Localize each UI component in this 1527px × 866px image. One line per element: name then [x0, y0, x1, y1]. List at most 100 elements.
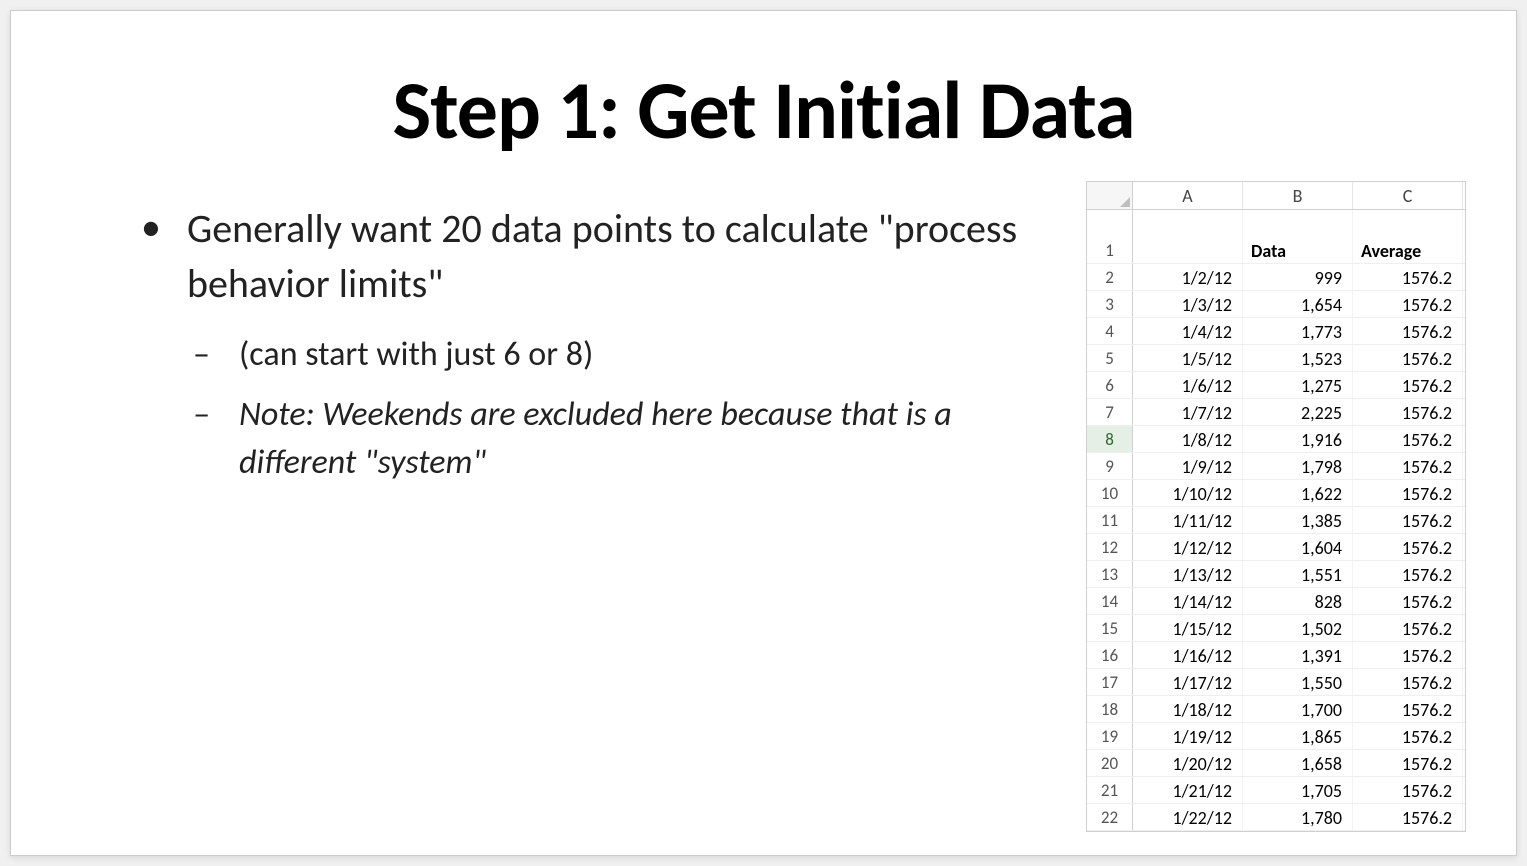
row-number: 21: [1087, 777, 1133, 803]
cell-date: 1/9/12: [1133, 453, 1243, 479]
cell-average: 1576.2: [1353, 588, 1463, 614]
cell-date: 1/13/12: [1133, 561, 1243, 587]
table-row: 1 Data Average: [1087, 210, 1465, 264]
cell-date: 1/3/12: [1133, 291, 1243, 317]
row-number: 13: [1087, 561, 1133, 587]
slide-title: Step 1: Get Initial Data: [61, 61, 1466, 161]
cell-data: 1,654: [1243, 291, 1353, 317]
table-row: 191/19/121,8651576.2: [1087, 723, 1465, 750]
table-row: 131/13/121,5511576.2: [1087, 561, 1465, 588]
cell-data: 828: [1243, 588, 1353, 614]
cell-C1: Average: [1353, 210, 1463, 263]
cell-average: 1576.2: [1353, 291, 1463, 317]
cell-data: 1,523: [1243, 345, 1353, 371]
cell-date: 1/21/12: [1133, 777, 1243, 803]
cell-date: 1/7/12: [1133, 399, 1243, 425]
table-row: 101/10/121,6221576.2: [1087, 480, 1465, 507]
cell-data: 1,622: [1243, 480, 1353, 506]
table-row: 91/9/121,7981576.2: [1087, 453, 1465, 480]
cell-average: 1576.2: [1353, 426, 1463, 452]
cell-data: 1,502: [1243, 615, 1353, 641]
cell-date: 1/22/12: [1133, 804, 1243, 830]
cell-average: 1576.2: [1353, 750, 1463, 776]
cell-B1: Data: [1243, 210, 1353, 263]
cell-data: 1,604: [1243, 534, 1353, 560]
cell-date: 1/10/12: [1133, 480, 1243, 506]
row-number: 19: [1087, 723, 1133, 749]
table-row: 41/4/121,7731576.2: [1087, 318, 1465, 345]
select-all-corner: [1087, 182, 1133, 209]
row-number: 11: [1087, 507, 1133, 533]
table-row: 151/15/121,5021576.2: [1087, 615, 1465, 642]
cell-date: 1/19/12: [1133, 723, 1243, 749]
row-number: 22: [1087, 804, 1133, 830]
table-row: 201/20/121,6581576.2: [1087, 750, 1465, 777]
row-number: 18: [1087, 696, 1133, 722]
cell-date: 1/16/12: [1133, 642, 1243, 668]
cell-average: 1576.2: [1353, 804, 1463, 830]
cell-data: 1,865: [1243, 723, 1353, 749]
cell-date: 1/2/12: [1133, 264, 1243, 290]
cell-date: 1/17/12: [1133, 669, 1243, 695]
cell-average: 1576.2: [1353, 345, 1463, 371]
table-row: 81/8/121,9161576.2: [1087, 426, 1465, 453]
row-number: 4: [1087, 318, 1133, 344]
row-number: 15: [1087, 615, 1133, 641]
cell-date: 1/5/12: [1133, 345, 1243, 371]
table-row: 221/22/121,7801576.2: [1087, 804, 1465, 831]
cell-average: 1576.2: [1353, 561, 1463, 587]
column-header-C: C: [1353, 182, 1463, 209]
table-row: 171/17/121,5501576.2: [1087, 669, 1465, 696]
row-number: 12: [1087, 534, 1133, 560]
cell-average: 1576.2: [1353, 480, 1463, 506]
cell-data: 1,773: [1243, 318, 1353, 344]
row-number: 5: [1087, 345, 1133, 371]
cell-average: 1576.2: [1353, 669, 1463, 695]
row-number: 10: [1087, 480, 1133, 506]
table-row: 141/14/128281576.2: [1087, 588, 1465, 615]
table-row: 121/12/121,6041576.2: [1087, 534, 1465, 561]
cell-date: 1/4/12: [1133, 318, 1243, 344]
row-number: 3: [1087, 291, 1133, 317]
cell-data: 1,658: [1243, 750, 1353, 776]
cell-average: 1576.2: [1353, 777, 1463, 803]
cell-date: 1/12/12: [1133, 534, 1243, 560]
cell-average: 1576.2: [1353, 723, 1463, 749]
cell-data: 1,916: [1243, 426, 1353, 452]
table-row: 111/11/121,3851576.2: [1087, 507, 1465, 534]
cell-data: 1,550: [1243, 669, 1353, 695]
cell-date: 1/18/12: [1133, 696, 1243, 722]
table-row: 71/7/122,2251576.2: [1087, 399, 1465, 426]
cell-average: 1576.2: [1353, 507, 1463, 533]
bullet-list: Generally want 20 data points to calcula…: [61, 191, 1046, 498]
cell-data: 1,780: [1243, 804, 1353, 830]
cell-data: 1,551: [1243, 561, 1353, 587]
table-row: 181/18/121,7001576.2: [1087, 696, 1465, 723]
table-row: 161/16/121,3911576.2: [1087, 642, 1465, 669]
column-header-row: A B C: [1087, 182, 1465, 210]
column-header-A: A: [1133, 182, 1243, 209]
cell-data: 1,700: [1243, 696, 1353, 722]
row-number: 9: [1087, 453, 1133, 479]
cell-data: 1,385: [1243, 507, 1353, 533]
bullet-main: Generally want 20 data points to calcula…: [141, 201, 1046, 311]
row-number: 7: [1087, 399, 1133, 425]
cell-average: 1576.2: [1353, 615, 1463, 641]
row-number: 6: [1087, 372, 1133, 398]
table-row: 21/2/129991576.2: [1087, 264, 1465, 291]
bullet-sub-2: Note: Weekends are excluded here because…: [193, 391, 1046, 486]
cell-average: 1576.2: [1353, 264, 1463, 290]
column-header-B: B: [1243, 182, 1353, 209]
cell-date: 1/8/12: [1133, 426, 1243, 452]
table-row: 61/6/121,2751576.2: [1087, 372, 1465, 399]
slide: Step 1: Get Initial Data Generally want …: [10, 10, 1517, 856]
spreadsheet: A B C 1 Data Average 21/2/129991576.231/…: [1086, 181, 1466, 832]
cell-data: 999: [1243, 264, 1353, 290]
bullet-sub-1: (can start with just 6 or 8): [193, 331, 1046, 379]
table-row: 31/3/121,6541576.2: [1087, 291, 1465, 318]
cell-A1: [1133, 210, 1243, 263]
cell-average: 1576.2: [1353, 696, 1463, 722]
table-row: 51/5/121,5231576.2: [1087, 345, 1465, 372]
slide-content: Generally want 20 data points to calcula…: [61, 191, 1466, 832]
cell-average: 1576.2: [1353, 399, 1463, 425]
